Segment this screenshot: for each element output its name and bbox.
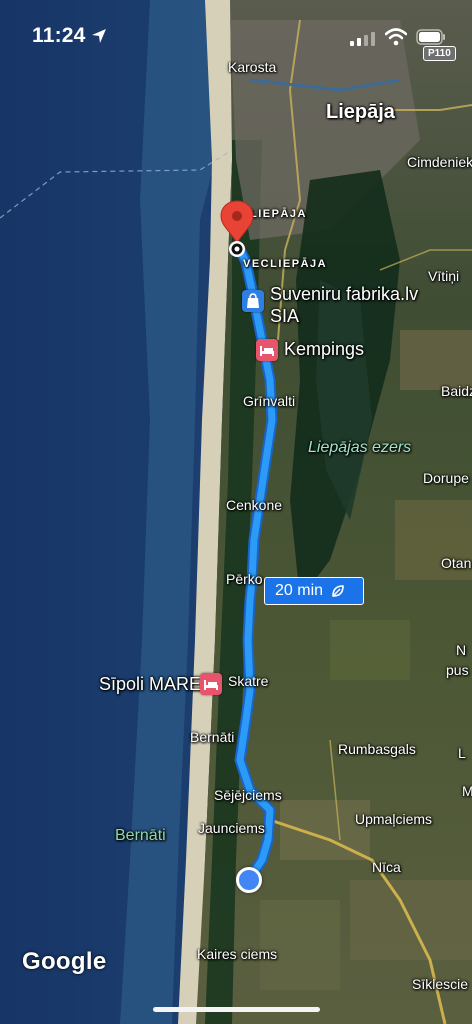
lake-label[interactable]: Liepājas ezers bbox=[308, 439, 411, 457]
maps-screen: 11:24 P110 Karosta Liepāja Cimdeniek LIE… bbox=[0, 0, 472, 1024]
place-label[interactable]: Pērko bbox=[226, 571, 263, 587]
place-label[interactable]: Dorupe bbox=[423, 470, 469, 486]
place-label[interactable]: Nīca bbox=[372, 859, 401, 875]
shopping-bag-icon[interactable] bbox=[242, 290, 264, 312]
location-arrow-icon bbox=[92, 29, 106, 43]
poi-label-sipoli[interactable]: Sīpoli MARE bbox=[99, 674, 201, 695]
wifi-icon bbox=[385, 28, 407, 46]
home-indicator[interactable] bbox=[153, 1007, 320, 1012]
place-label[interactable]: Sējējciems bbox=[214, 787, 282, 803]
place-label[interactable]: Bernāti bbox=[190, 729, 234, 745]
destination-pin-icon[interactable] bbox=[219, 199, 259, 265]
place-label[interactable]: Jaunciems bbox=[198, 820, 265, 836]
bed-icon[interactable] bbox=[200, 673, 222, 695]
battery-icon bbox=[416, 29, 445, 45]
place-label[interactable]: pus bbox=[446, 662, 469, 678]
place-label[interactable]: L bbox=[458, 745, 466, 761]
place-label[interactable]: Skatre bbox=[228, 673, 268, 689]
place-label[interactable]: Rumbasgals bbox=[338, 741, 416, 757]
place-label[interactable]: Sīklescie bbox=[412, 976, 468, 992]
status-time: 11:24 bbox=[32, 24, 86, 47]
poi-label-suveniru[interactable]: Suveniru fabrika.lv bbox=[270, 284, 418, 305]
poi-label-kempings[interactable]: Kempings bbox=[284, 339, 364, 360]
place-label[interactable]: Grīnvalti bbox=[243, 393, 295, 409]
place-label[interactable]: Cimdeniek bbox=[407, 154, 472, 170]
road-badge: P110 bbox=[423, 46, 456, 61]
route-duration-chip[interactable]: 20 min bbox=[264, 577, 364, 605]
place-label[interactable]: Baidz bbox=[441, 383, 472, 399]
poi-label-suveniru-sia[interactable]: SIA bbox=[270, 306, 299, 327]
place-label[interactable]: Cenkone bbox=[226, 497, 282, 513]
place-label[interactable]: Kaires ciems bbox=[197, 946, 277, 962]
leaf-icon bbox=[332, 585, 344, 597]
place-label[interactable]: Otan bbox=[441, 555, 471, 571]
place-label[interactable]: M bbox=[462, 783, 472, 799]
place-label[interactable]: N bbox=[456, 642, 466, 658]
cellular-signal-icon bbox=[350, 32, 375, 46]
google-logo: Google bbox=[22, 948, 107, 975]
bed-icon[interactable] bbox=[256, 339, 278, 361]
city-label[interactable]: Liepāja bbox=[326, 101, 395, 124]
route-duration: 20 min bbox=[275, 582, 324, 599]
place-label[interactable]: Upmaļciems bbox=[355, 811, 432, 827]
current-location-dot[interactable] bbox=[236, 867, 262, 893]
park-label[interactable]: Bernāti bbox=[115, 827, 166, 845]
place-label[interactable]: Karosta bbox=[228, 59, 276, 75]
place-label[interactable]: Vītiņi bbox=[428, 268, 459, 284]
